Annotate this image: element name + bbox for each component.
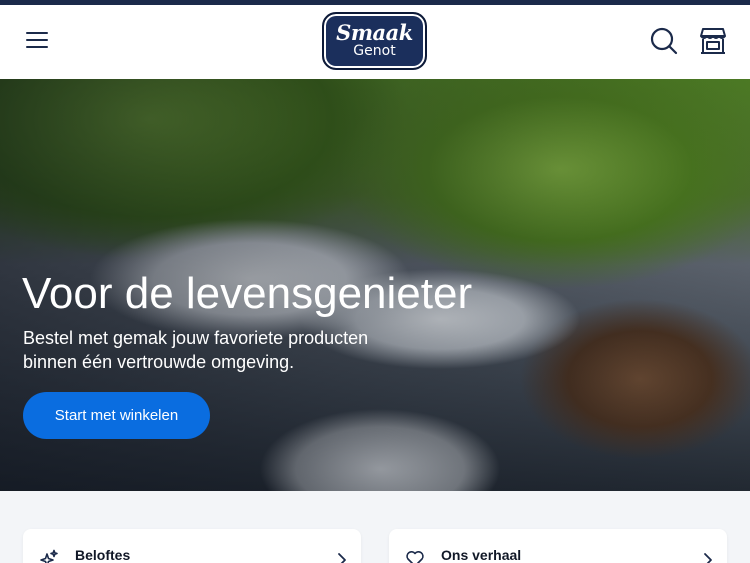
logo-text-genot: Genot [353,43,396,59]
site-header: Smaak Genot [0,5,750,79]
card-beloftes[interactable]: Beloftes [23,529,361,563]
start-shopping-button[interactable]: Start met winkelen [23,392,210,439]
site-logo[interactable]: Smaak Genot [322,12,427,70]
search-icon[interactable] [648,25,680,57]
hamburger-menu-icon[interactable] [20,23,54,57]
logo-text-smaak: Smaak [336,20,413,45]
hero-subtitle: Bestel met gemak jouw favoriete producte… [23,328,369,372]
store-icon[interactable] [697,25,729,57]
chevron-right-icon [338,553,346,563]
card-ons-verhaal[interactable]: Ons verhaal [389,529,727,563]
sparkle-icon [40,549,58,563]
chevron-right-icon [704,553,712,563]
card-label-beloftes: Beloftes [75,547,131,563]
heart-icon [406,551,424,563]
hero-banner: Voor de levensgenieter Bestel met gemak … [0,79,750,491]
card-label-ons-verhaal: Ons verhaal [441,547,522,563]
hero-title: Voor de levensgenieter [22,269,473,318]
